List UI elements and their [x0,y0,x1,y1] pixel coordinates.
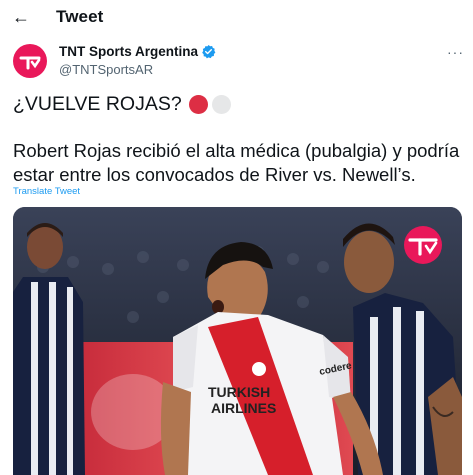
tweet-headline-line: ¿VUELVE ROJAS? [13,93,231,116]
more-button[interactable]: ··· [447,44,464,60]
tweet-body: Robert Rojas recibió el alta médica (pub… [13,140,460,185]
verified-badge-icon [202,44,216,59]
translate-link[interactable]: Translate Tweet [13,186,80,197]
arrow-left-icon: ← [12,6,30,27]
tnt-sports-logo-icon [404,226,442,264]
shirt-sponsor-line-2: AIRLINES [211,400,276,416]
avatar[interactable] [13,44,47,78]
author-name[interactable]: TNT Sports Argentina [59,44,216,59]
red-circle-emoji-icon [188,95,208,114]
page-title: Tweet [56,7,104,26]
tnt-sports-logo-icon [19,56,41,70]
author-handle[interactable]: @TNTSportsAR [59,62,153,77]
top-bar: ← Tweet [0,0,473,36]
tweet-headline: ¿VUELVE ROJAS? [13,93,182,115]
match-photo: TURKISH AIRLINES codere [13,207,462,475]
back-button[interactable]: ← [10,6,32,28]
more-dots-icon: ··· [447,44,464,60]
white-circle-emoji-icon [211,95,231,114]
tweet-photo[interactable]: TURKISH AIRLINES codere [13,207,462,475]
shirt-sponsor-line-1: TURKISH [208,384,270,400]
author-display-name: TNT Sports Argentina [59,44,199,59]
